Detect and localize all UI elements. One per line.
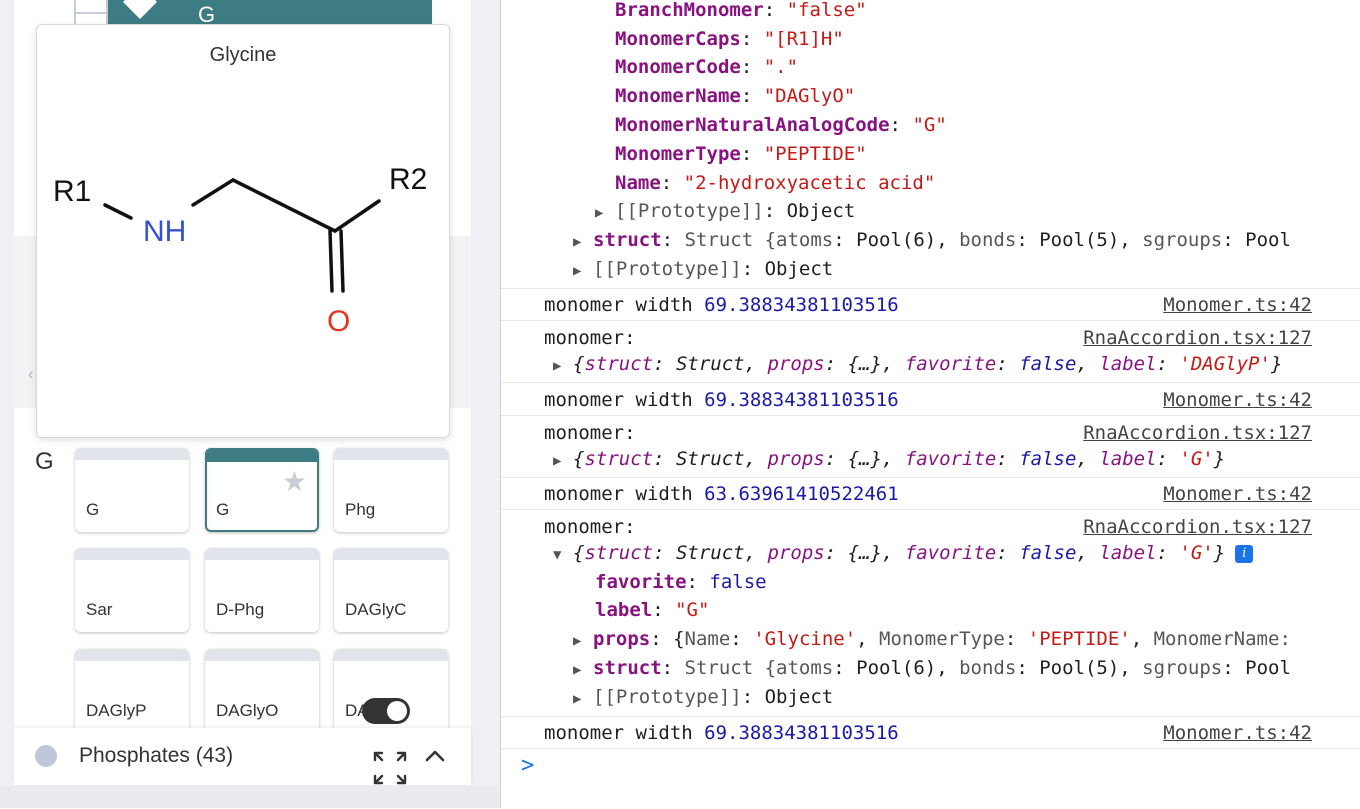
console-prop-line: BranchMonomer: "false": [615, 0, 867, 21]
expand-triangle-icon: ▶: [553, 453, 562, 469]
phosphates-label: Phosphates (43): [79, 744, 234, 767]
monomer-card-label: Phg: [345, 500, 376, 519]
console-prop-line: MonomerCaps: "[R1]H": [615, 28, 844, 50]
console-props-line[interactable]: ▶ props: {Name: 'Glycine', MonomerType: '…: [573, 625, 1360, 654]
monomer-card[interactable]: G: [75, 448, 189, 532]
console-log-message: monomer: RnaAccordion.tsx:127: [544, 513, 1360, 542]
console-prop-line: Name: "2-hydroxyacetic acid": [615, 172, 936, 194]
bond-co-1: [328, 229, 334, 293]
console-prop-line: label: "G": [595, 599, 710, 621]
collapse-triangle-icon: ▼: [553, 547, 562, 563]
console-prop-line: MonomerName: "DAGlyO": [615, 85, 856, 107]
devtools-console: BranchMonomer: "false" MonomerCaps: "[R1…: [501, 0, 1360, 808]
console-prop-line: MonomerType: "PEPTIDE": [615, 143, 867, 165]
console-source-link[interactable]: RnaAccordion.tsx:127: [1083, 419, 1312, 448]
toggle-switch[interactable]: [362, 698, 410, 724]
chevron-left-icon: ‹: [28, 366, 34, 383]
console-object-summary[interactable]: ▶ {struct: Struct, props: {…}, favorite: …: [553, 350, 1360, 379]
atom-o: O: [327, 305, 350, 338]
console-prop-line: favorite: false: [595, 571, 767, 593]
console-log-message: monomer width 69.38834381103516 Monomer.t…: [544, 386, 1360, 415]
monomer-card[interactable]: D-Phg: [205, 548, 319, 632]
console-log-message: monomer: RnaAccordion.tsx:127: [544, 419, 1360, 448]
bond-c-c: [231, 178, 337, 233]
console-object-summary-expanded[interactable]: ▼ {struct: Struct, props: {…}, favorite: …: [553, 539, 1360, 568]
info-icon[interactable]: i: [1235, 544, 1254, 563]
console-log-message: monomer width 63.63961410522461 Monomer.t…: [544, 480, 1360, 509]
monomer-card-label: D-Phg: [216, 600, 265, 619]
console-source-link[interactable]: Monomer.ts:42: [1163, 480, 1312, 509]
expand-triangle-icon: ▶: [573, 234, 582, 250]
monomer-card[interactable]: Phg: [334, 448, 448, 532]
console-prompt[interactable]: >: [501, 748, 1360, 809]
expand-triangle-icon: ▶: [553, 358, 562, 374]
console-struct-line[interactable]: ▶ struct: Struct {atoms: Pool(6), bonds: …: [573, 226, 1360, 255]
console-source-link[interactable]: Monomer.ts:42: [1163, 386, 1312, 415]
phosphates-dot-icon: [35, 745, 57, 767]
expand-triangle-icon: ▶: [573, 691, 582, 707]
console-source-link[interactable]: Monomer.ts:42: [1163, 291, 1312, 320]
monomer-card-selected[interactable]: ★ G: [205, 448, 319, 532]
chevron-up-icon[interactable]: [423, 747, 447, 765]
monomer-preview-tooltip: Glycine R1 NH R2 O: [36, 24, 450, 438]
console-prop-line: MonomerNaturalAnalogCode: "G": [615, 114, 947, 136]
console-log-message: monomer width 69.38834381103516 Monomer.t…: [544, 291, 1360, 320]
atom-nh: NH: [143, 215, 186, 248]
monomer-card-label: DAGlyP: [86, 701, 147, 720]
monomer-card-label: DAGlyC: [345, 600, 407, 619]
console-prototype-line[interactable]: ▶ [[Prototype]]: Object: [573, 255, 1360, 284]
console-prop-line: MonomerCode: ".": [615, 56, 799, 78]
monomer-card[interactable]: Sar: [75, 548, 189, 632]
phosphates-accordion-header[interactable]: Phosphates (43): [14, 728, 471, 785]
monomer-card[interactable]: DAGlyC: [334, 548, 448, 632]
monomer-card[interactable]: DAGlyP: [75, 649, 189, 733]
expand-triangle-icon: ▶: [595, 205, 604, 221]
monomer-card-label: G: [216, 500, 230, 519]
console-prototype-line[interactable]: ▶ [[Prototype]]: Object: [573, 683, 1360, 712]
console-log-message: monomer width 69.38834381103516 Monomer.t…: [544, 719, 1360, 748]
console-source-link[interactable]: RnaAccordion.tsx:127: [1083, 324, 1312, 353]
panel-bottom-strip: [0, 786, 500, 808]
monomer-card-label: Sar: [86, 600, 113, 619]
molecule-structure: R1 NH R2 O: [53, 163, 427, 338]
atom-r1: R1: [53, 175, 91, 208]
atom-r2: R2: [389, 163, 427, 196]
prompt-chevron-icon: >: [521, 753, 535, 778]
bond-c-r2: [333, 199, 381, 233]
star-icon[interactable]: ★: [282, 468, 307, 496]
selected-monomer-strip[interactable]: G: [108, 0, 432, 27]
expand-icon[interactable]: [372, 750, 408, 786]
console-prototype-line[interactable]: ▶ [[Prototype]]: Object: [595, 197, 1360, 226]
expand-triangle-icon: ▶: [573, 263, 582, 279]
console-object-summary[interactable]: ▶ {struct: Struct, props: {…}, favorite: …: [553, 445, 1360, 474]
monomer-card-label: G: [86, 500, 100, 519]
console-log-message: monomer: RnaAccordion.tsx:127: [544, 324, 1360, 353]
expand-triangle-icon: ▶: [573, 662, 582, 678]
console-struct-line[interactable]: ▶ struct: Struct {atoms: Pool(6), bonds: …: [573, 654, 1360, 683]
bond-r1-n: [103, 203, 133, 220]
console-source-link[interactable]: RnaAccordion.tsx:127: [1083, 513, 1312, 542]
expand-triangle-icon: ▶: [573, 633, 582, 649]
bond-co-2: [339, 229, 345, 293]
bond-n-c: [191, 178, 235, 207]
group-letter: G: [35, 448, 54, 475]
console-source-link[interactable]: Monomer.ts:42: [1163, 719, 1312, 748]
monomer-library-panel: G ‹ Glycine R1 NH R2 O G G ★ G Phg Sar D…: [0, 0, 500, 808]
monomer-card-label: DAGlyO: [216, 701, 279, 720]
monomer-card[interactable]: DAGlyO: [205, 649, 319, 733]
diamond-icon: [123, 0, 157, 19]
